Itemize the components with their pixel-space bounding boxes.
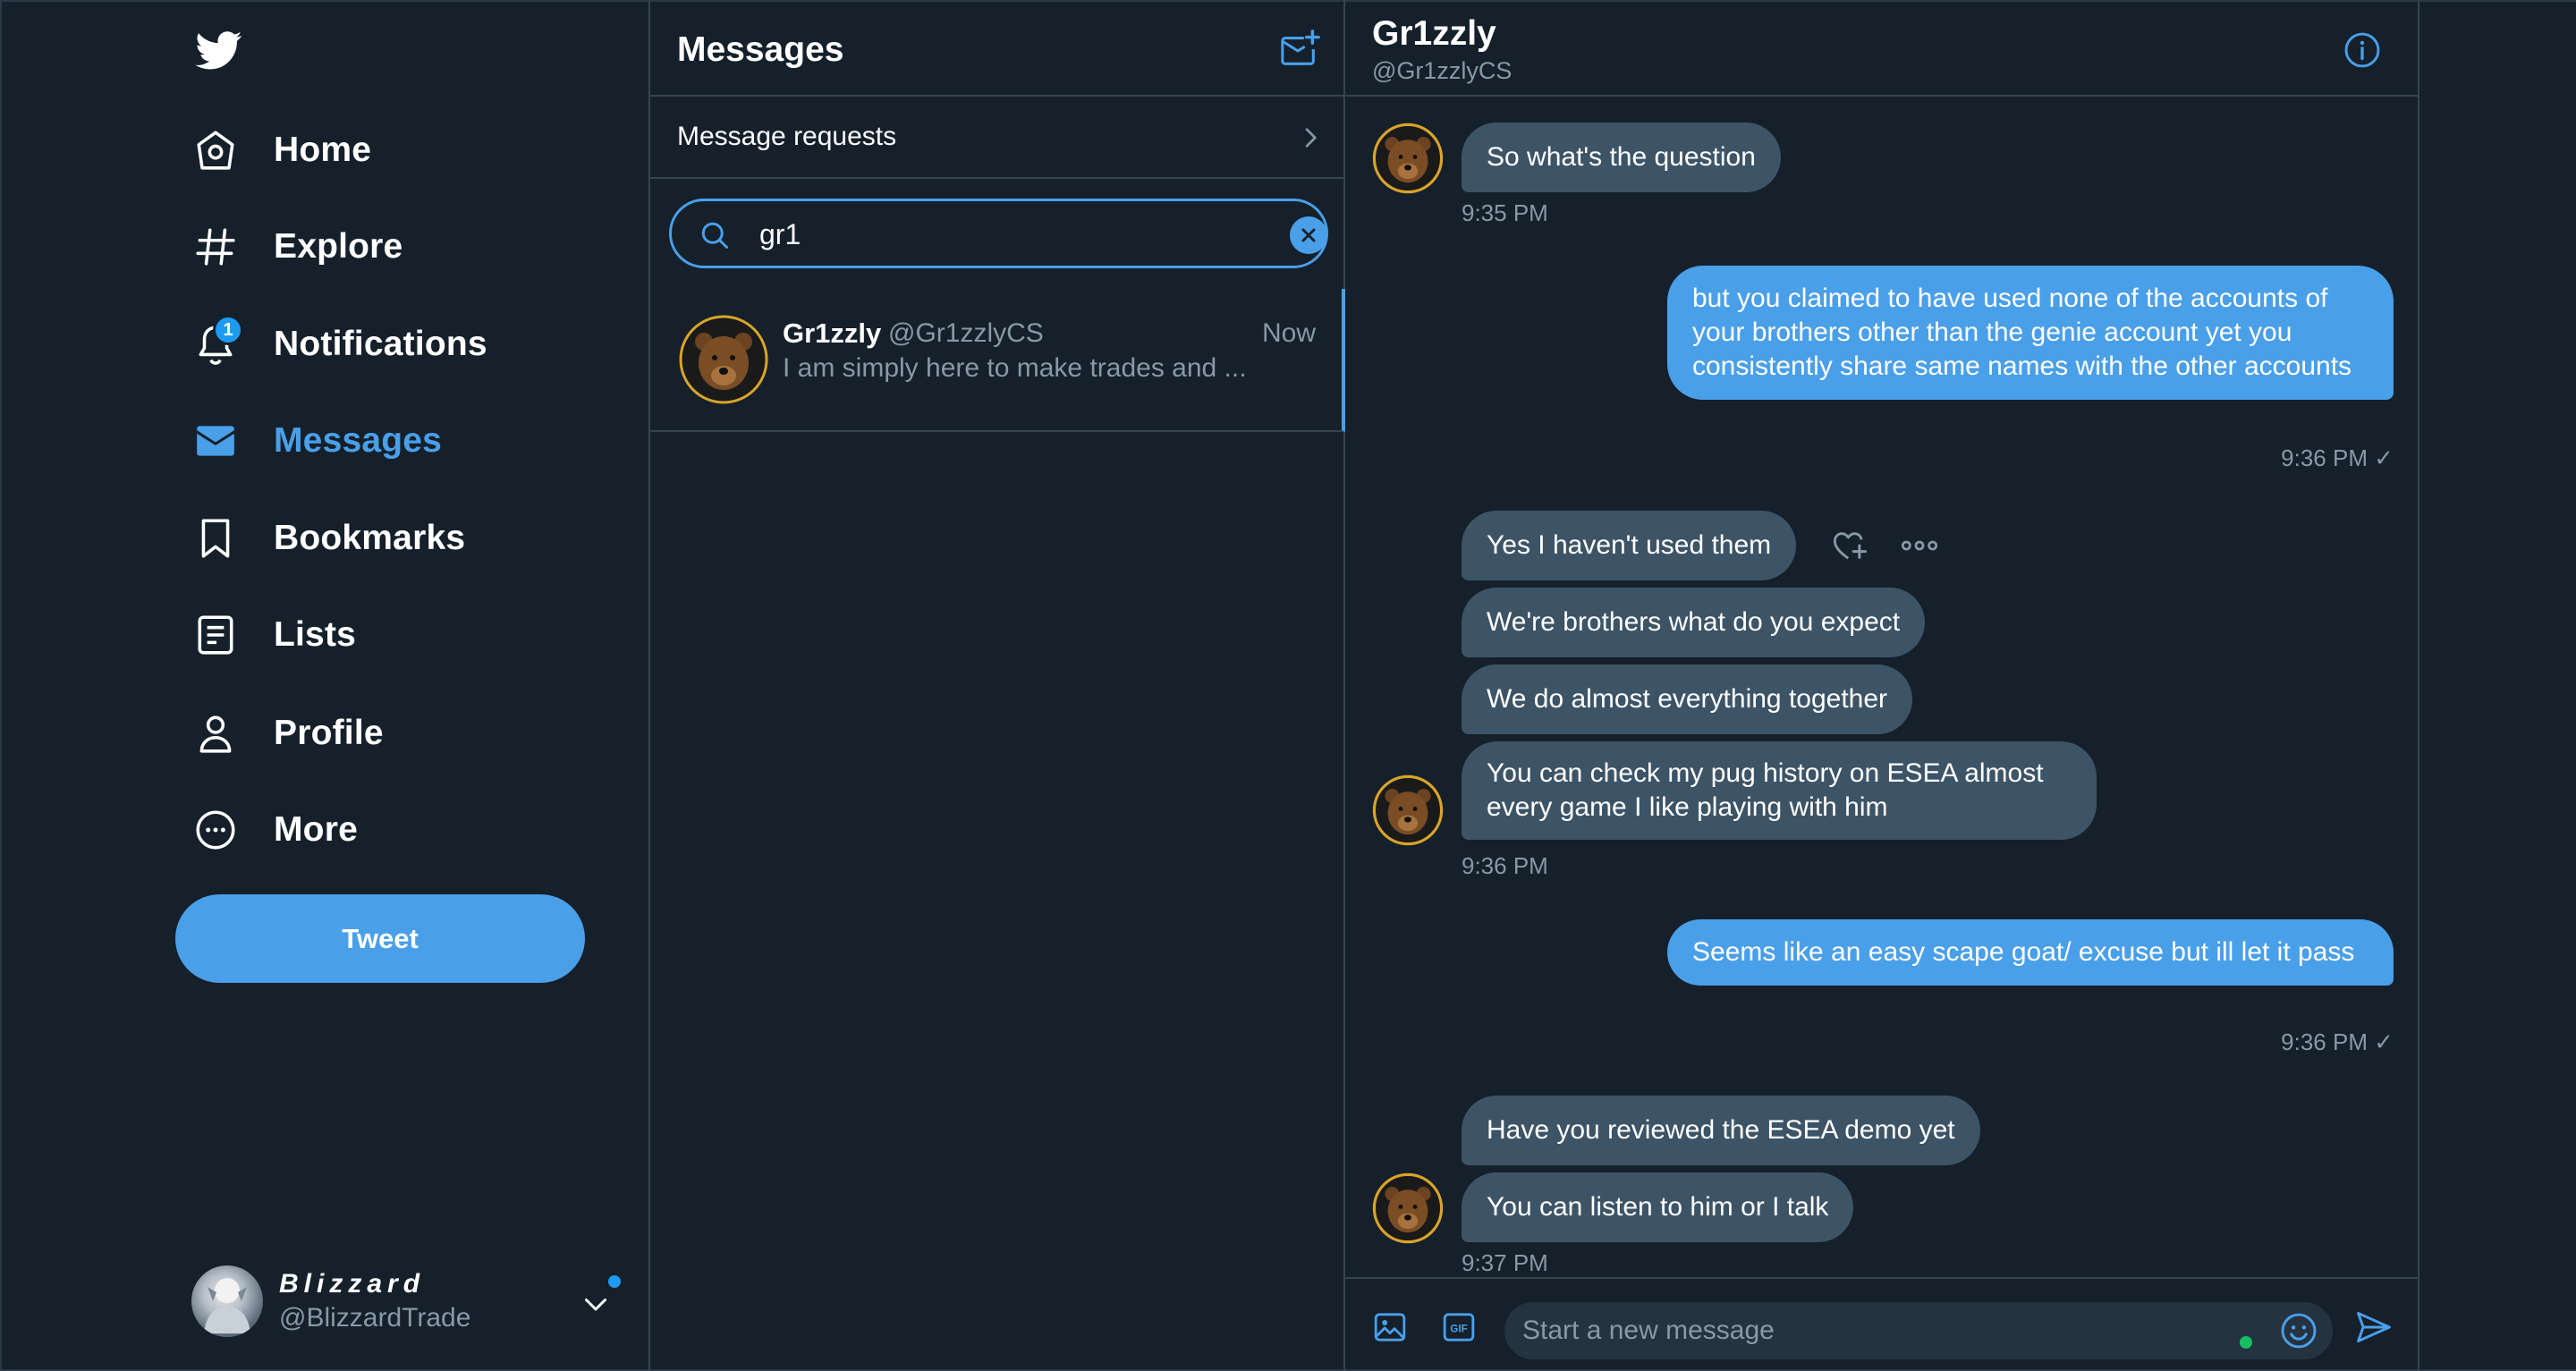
nav-item-notifications[interactable]: 1 Notifications [193, 309, 487, 380]
account-switcher[interactable]: Blizzard @BlizzardTrade [191, 1261, 621, 1341]
nav-label-explore: Explore [274, 227, 403, 266]
envelope-icon [193, 419, 238, 463]
notification-badge: 1 [213, 315, 243, 345]
more-circle-icon [193, 808, 238, 852]
list-icon [193, 613, 238, 657]
avatar [1372, 774, 1444, 846]
message-requests-row[interactable]: Message requests [650, 97, 1345, 179]
more-dots-icon[interactable] [1900, 531, 1939, 560]
message-timestamp: 9:37 PM [1462, 1249, 1548, 1276]
bookmark-icon [193, 516, 238, 561]
nav-item-more[interactable]: More [193, 794, 358, 866]
message-timestamp: 9:36 PM [1462, 852, 1548, 879]
nav-item-profile[interactable]: Profile [193, 698, 384, 769]
page-title: Messages [677, 30, 844, 69]
unread-dot [608, 1275, 621, 1288]
nav-item-explore[interactable]: Explore [193, 211, 402, 283]
gif-icon[interactable]: GIF [1440, 1309, 1478, 1345]
avatar [679, 315, 768, 404]
nav-label-bookmarks: Bookmarks [274, 519, 466, 557]
status-dot [2240, 1336, 2252, 1349]
person-icon [193, 711, 238, 756]
message-bubble[interactable]: Have you reviewed the ESEA demo yet [1462, 1096, 1980, 1165]
message-input[interactable] [1522, 1309, 2220, 1352]
nav-label-profile: Profile [274, 714, 384, 752]
account-handle: @BlizzardTrade [279, 1303, 471, 1333]
gif-label: GIF [1450, 1323, 1467, 1334]
message-bubble[interactable]: You can check my pug history on ESEA alm… [1462, 741, 2097, 840]
message-bubble[interactable]: We're brothers what do you expect [1462, 588, 1926, 657]
chevron-right-icon [1296, 122, 1325, 154]
nav-item-home[interactable]: Home [193, 114, 371, 186]
emoji-icon[interactable] [2279, 1311, 2318, 1350]
conversation-item[interactable]: Gr1zzly @Gr1zzlyCS Now I am simply here … [650, 289, 1345, 432]
home-icon [193, 128, 238, 173]
tweet-button[interactable]: Tweet [175, 894, 585, 983]
nav-item-lists[interactable]: Lists [193, 599, 356, 671]
conversation-time: Now [1262, 318, 1317, 348]
conversation-name: Gr1zzly [783, 317, 882, 349]
composer-box [1504, 1302, 2333, 1359]
conversation-panel: Gr1zzly @Gr1zzlyCS So what's the questio… [1345, 0, 2419, 1371]
messages-list-panel: Messages Message requests gr1 Gr1zzly @G… [650, 0, 1345, 1371]
twitter-bird-icon[interactable] [193, 27, 245, 73]
message-timestamp: 9:35 PM [1462, 199, 1548, 226]
nav-item-bookmarks[interactable]: Bookmarks [193, 503, 465, 574]
conversation-header: Gr1zzly @Gr1zzlyCS [1345, 0, 2419, 97]
primary-nav: Home Explore 1 Notifications Messages Bo… [0, 0, 650, 1371]
message-bubble[interactable]: You can listen to him or I talk [1462, 1172, 1854, 1242]
image-icon[interactable] [1372, 1309, 1408, 1345]
chevron-down-icon [580, 1288, 612, 1320]
nav-label-messages: Messages [274, 421, 443, 460]
message-composer: GIF [1345, 1277, 2419, 1371]
send-icon[interactable] [2354, 1308, 2394, 1347]
message-timestamp: 9:36 PM ✓ [2281, 1028, 2394, 1055]
heart-plus-icon[interactable] [1830, 528, 1869, 563]
message-bubble[interactable]: Seems like an easy scape goat/ excuse bu… [1667, 919, 2394, 986]
nav-label-notifications: Notifications [274, 325, 487, 363]
account-name: Blizzard [279, 1269, 426, 1299]
conversation-title: Gr1zzly [1372, 14, 1496, 53]
search-icon [699, 219, 731, 251]
avatar [191, 1265, 263, 1337]
new-message-icon[interactable] [1279, 29, 1320, 70]
avatar [1372, 123, 1444, 194]
search-input[interactable] [759, 212, 1260, 257]
message-bubble[interactable]: Yes I haven't used them [1462, 511, 1797, 580]
bell-icon: 1 [193, 315, 243, 367]
nav-label-home: Home [274, 131, 372, 169]
message-timestamp: 9:36 PM ✓ [2281, 444, 2394, 471]
message-requests-label: Message requests [677, 122, 897, 151]
conversation-handle: @Gr1zzlyCS [1372, 57, 1513, 84]
conversation-preview: I am simply here to make trades and ... [783, 353, 1247, 383]
nav-label-more: More [274, 810, 358, 849]
info-icon[interactable] [2343, 30, 2382, 70]
search-box [669, 199, 1328, 268]
clear-search-icon[interactable] [1290, 216, 1327, 254]
message-bubble[interactable]: So what's the question [1462, 123, 1781, 192]
messages-header: Messages [650, 0, 1345, 97]
nav-item-messages[interactable]: Messages [193, 405, 442, 477]
nav-label-lists: Lists [274, 615, 357, 654]
conversation-handle: @Gr1zzlyCS [888, 318, 1044, 348]
message-bubble[interactable]: We do almost everything together [1462, 664, 1913, 734]
hashtag-icon [193, 224, 238, 269]
avatar [1372, 1172, 1444, 1244]
message-bubble[interactable]: but you claimed to have used none of the… [1667, 266, 2394, 400]
